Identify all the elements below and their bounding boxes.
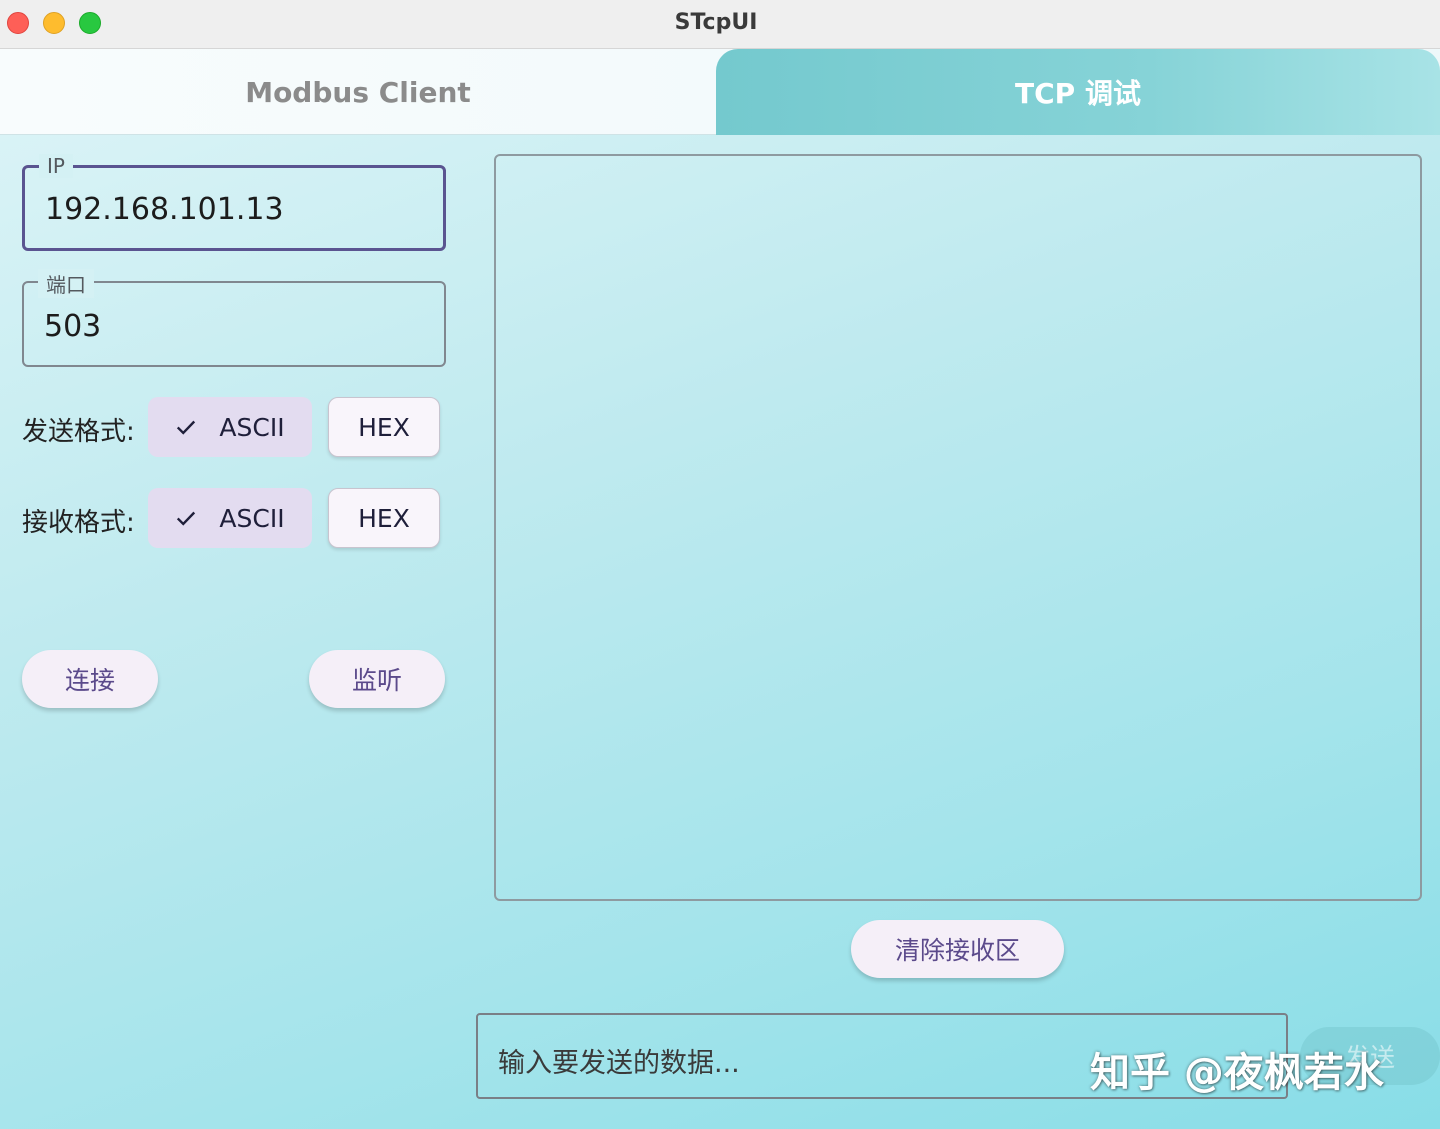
receive-format-label: 接收格式: — [22, 508, 135, 538]
clear-receive-button[interactable]: 清除接收区 — [851, 920, 1064, 978]
window-titlebar: STcpUI — [0, 0, 1440, 49]
connect-button[interactable]: 连接 — [22, 650, 158, 708]
tab-tcp-debug[interactable]: TCP 调试 — [716, 49, 1440, 135]
receive-format-hex-chip[interactable]: HEX — [328, 488, 440, 548]
receive-format-ascii-chip[interactable]: ASCII — [148, 488, 312, 548]
check-icon — [177, 511, 196, 526]
tab-modbus-client[interactable]: Modbus Client — [0, 49, 716, 135]
receive-format-hex-label: HEX — [358, 503, 410, 533]
send-format-hex-label: HEX — [358, 412, 410, 442]
receive-format-ascii-label: ASCII — [219, 503, 285, 533]
port-field-value[interactable]: 503 — [44, 309, 101, 344]
ip-field-value[interactable]: 192.168.101.13 — [45, 192, 284, 227]
watermark-text: 知乎 @夜枫若水 — [1090, 1050, 1384, 1096]
send-format-label: 发送格式: — [22, 417, 135, 447]
tcp-debug-panel: IP 192.168.101.13 端口 503 发送格式: ASCII HEX… — [0, 135, 1440, 1129]
check-icon — [177, 420, 196, 435]
port-field[interactable]: 端口 503 — [22, 269, 446, 367]
ip-field-label: IP — [39, 154, 73, 178]
send-format-ascii-chip[interactable]: ASCII — [148, 397, 312, 457]
send-input-placeholder: 输入要发送的数据... — [498, 1048, 740, 1079]
ip-field[interactable]: IP 192.168.101.13 — [22, 154, 446, 251]
send-format-hex-chip[interactable]: HEX — [328, 397, 440, 457]
window-title: STcpUI — [674, 10, 758, 35]
tab-bar: Modbus Client TCP 调试 — [0, 49, 1440, 135]
receive-area[interactable] — [494, 154, 1422, 901]
listen-button[interactable]: 监听 — [309, 650, 445, 708]
send-format-ascii-label: ASCII — [219, 412, 285, 442]
port-field-label: 端口 — [38, 269, 94, 298]
